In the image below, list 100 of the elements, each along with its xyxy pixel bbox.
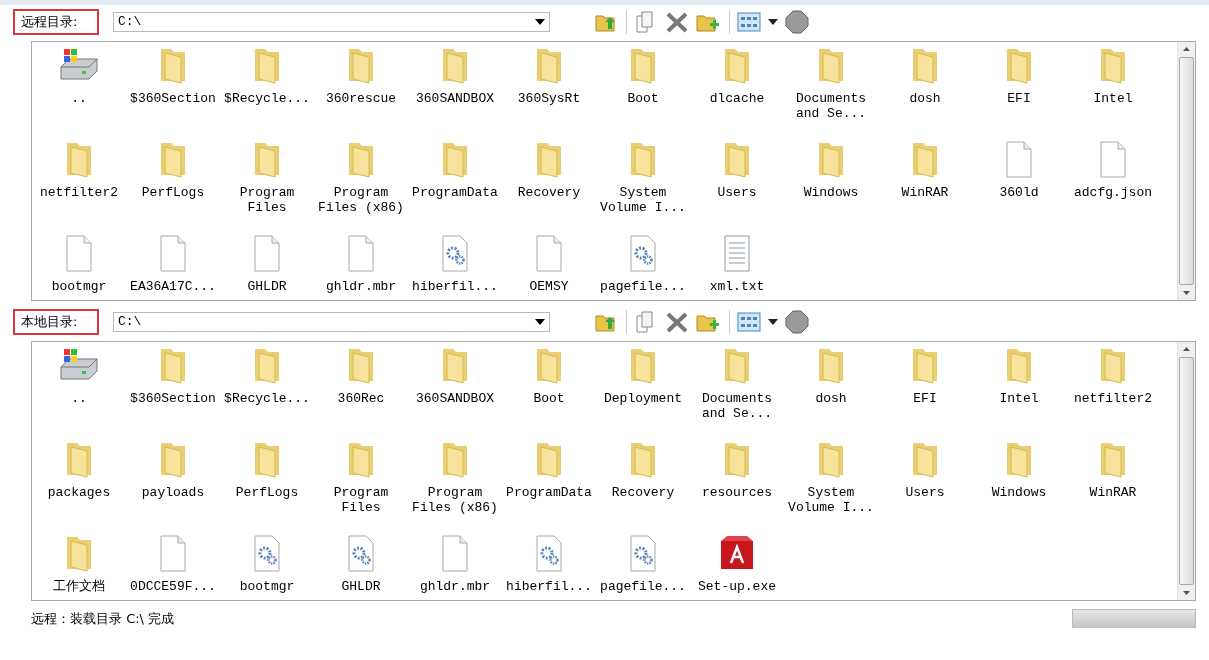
file-item[interactable]: Users [878,439,972,500]
file-item[interactable]: netfilter2 [32,139,126,200]
scroll-up-icon[interactable] [1183,347,1190,351]
delete-icon[interactable] [665,310,689,333]
path-dropdown[interactable]: C:\ [113,311,550,332]
file-item[interactable]: EA36A17C... [126,233,220,294]
file-item[interactable]: xml.txt [690,233,784,294]
file-item[interactable]: dosh [784,345,878,406]
scroll-down-icon[interactable] [1183,291,1190,295]
file-item[interactable]: Program Files (x86) [408,439,502,515]
file-item[interactable]: 360Rec [314,345,408,406]
caret-icon[interactable] [768,18,778,25]
file-item[interactable]: hiberfil... [502,533,596,594]
file-name: dlcache [709,91,765,106]
file-item[interactable]: 360rescue [314,45,408,106]
file-item[interactable]: Deployment [596,345,690,406]
file-item[interactable]: OEMSY [502,233,596,294]
file-item[interactable]: Intel [1066,45,1160,106]
file-item[interactable]: Set-up.exe [690,533,784,594]
file-item[interactable]: payloads [126,439,220,500]
file-item[interactable]: netfilter2 [1066,345,1160,406]
file-item[interactable]: Program Files (x86) [314,139,408,215]
file-item[interactable]: .. [32,345,126,406]
file-name: netfilter2 [1074,391,1152,406]
file-item[interactable]: Windows [972,439,1066,500]
file-item[interactable]: ghldr.mbr [408,533,502,594]
file-item[interactable]: System Volume I... [596,139,690,215]
file-name: dosh [909,91,941,106]
file-item[interactable]: packages [32,439,126,500]
file-item[interactable]: Documents and Se... [690,345,784,421]
file-item[interactable]: dlcache [690,45,784,106]
file-item[interactable]: ProgramData [408,139,502,200]
file-item[interactable]: Boot [596,45,690,106]
caret-icon[interactable] [768,318,778,325]
file-item[interactable]: $Recycle... [220,45,314,106]
file-item[interactable]: Recovery [596,439,690,500]
file-item[interactable]: 360ld [972,139,1066,200]
file-name: 360rescue [325,91,397,106]
file-item[interactable]: adcfg.json [1066,139,1160,200]
file-item[interactable]: GHLDR [314,533,408,594]
file-item[interactable]: Program Files [220,139,314,215]
path-dropdown[interactable]: C:\ [113,11,550,32]
scroll-up-icon[interactable] [1183,47,1190,51]
file-item[interactable]: bootmgr [220,533,314,594]
delete-icon[interactable] [665,10,689,33]
file-item[interactable]: 360SANDBOX [408,345,502,406]
stop-icon[interactable] [785,309,809,334]
file-item[interactable]: 0DCCE59F... [126,533,220,594]
file-item[interactable]: pagefile... [596,233,690,294]
file-item[interactable]: EFI [972,45,1066,106]
file-item[interactable]: hiberfil... [408,233,502,294]
file-item[interactable]: Recovery [502,139,596,200]
file-item[interactable]: Intel [972,345,1066,406]
scroll-thumb[interactable] [1179,57,1194,285]
file-item[interactable]: 360SANDBOX [408,45,502,106]
file-item[interactable]: bootmgr [32,233,126,294]
scrollbar[interactable] [1177,42,1195,300]
file-item[interactable]: 360SysRt [502,45,596,106]
file-item[interactable]: PerfLogs [126,139,220,200]
file-name: PerfLogs [141,185,205,200]
file-name: payloads [141,485,205,500]
file-item[interactable]: WinRAR [1066,439,1160,500]
file-item[interactable]: Windows [784,139,878,200]
scrollbar[interactable] [1177,342,1195,600]
file-name: dosh [815,391,847,406]
file-name: Program Files (x86) [317,185,405,215]
file-item[interactable]: ghldr.mbr [314,233,408,294]
file-item[interactable]: $Recycle... [220,345,314,406]
file-name: Windows [991,485,1047,500]
file-name: Users [717,185,757,200]
scroll-thumb[interactable] [1179,357,1194,585]
file-item[interactable]: GHLDR [220,233,314,294]
file-name: WinRAR [1089,485,1137,500]
scroll-down-icon[interactable] [1183,591,1190,595]
file-item[interactable]: dosh [878,45,972,106]
file-item[interactable]: $360Section [126,345,220,406]
file-item[interactable]: pagefile... [596,533,690,594]
file-item[interactable]: EFI [878,345,972,406]
file-item[interactable]: Documents and Se... [784,45,878,121]
file-name: 360SANDBOX [416,91,494,106]
file-item[interactable]: PerfLogs [220,439,314,500]
file-item[interactable]: resources [690,439,784,500]
view-grid-icon[interactable] [737,310,761,333]
file-item[interactable]: $360Section [126,45,220,106]
file-name: hiberfil... [506,579,592,594]
file-item[interactable]: 工作文档 [32,533,126,594]
stop-icon[interactable] [785,9,809,34]
file-name: xml.txt [709,279,765,294]
file-item[interactable]: Boot [502,345,596,406]
file-name: Deployment [604,391,682,406]
file-name: pagefile... [600,279,686,294]
file-name: 360SANDBOX [416,391,494,406]
file-item[interactable]: .. [32,45,126,106]
file-item[interactable]: ProgramData [502,439,596,500]
file-item[interactable]: Program Files [314,439,408,515]
file-item[interactable]: System Volume I... [784,439,878,515]
file-name: EFI [913,391,937,406]
file-item[interactable]: WinRAR [878,139,972,200]
view-grid-icon[interactable] [737,10,761,33]
file-item[interactable]: Users [690,139,784,200]
